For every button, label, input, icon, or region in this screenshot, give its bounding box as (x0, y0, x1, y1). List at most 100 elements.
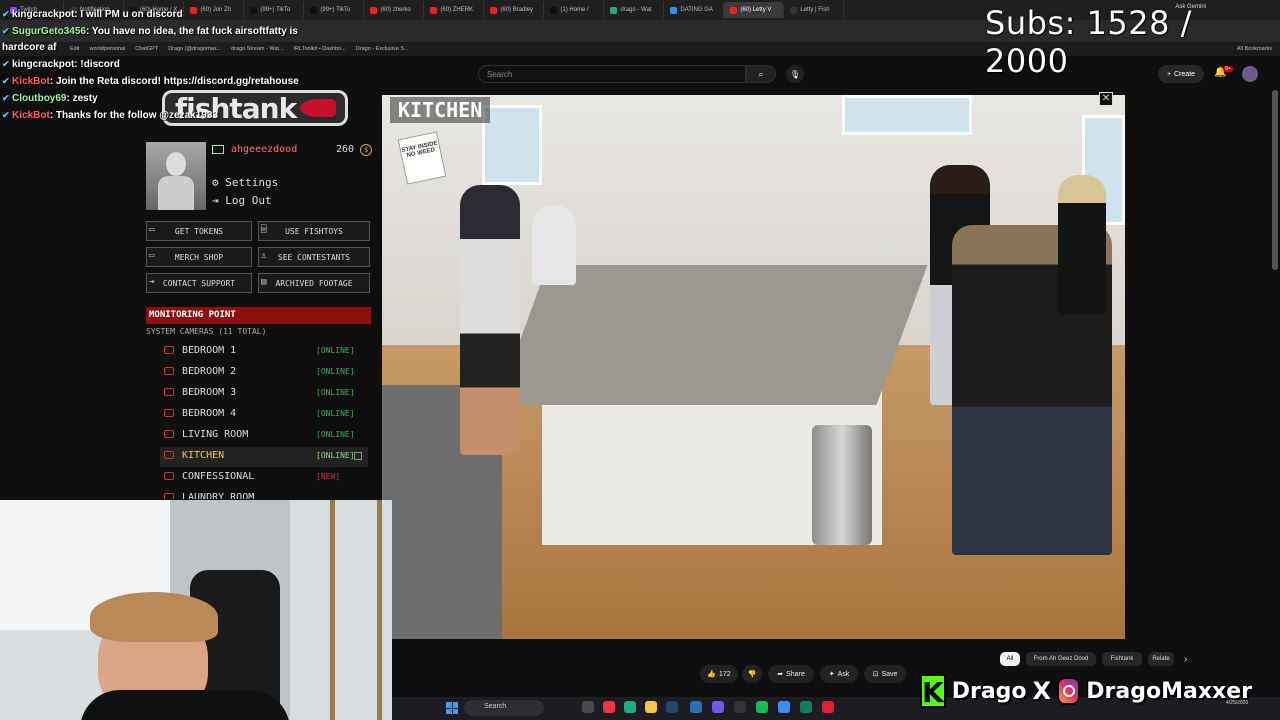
dislike-button[interactable]: 👎 (742, 665, 762, 683)
browser-tab[interactable]: DATING GA (664, 2, 725, 18)
chat-badge-icon: ✔ (2, 76, 13, 86)
app-icon[interactable] (822, 701, 834, 713)
camera-item[interactable]: BEDROOM 2 [ONLINE] (160, 363, 368, 383)
video-person (460, 185, 520, 455)
search-icon: ⌕ (758, 68, 764, 79)
app-icon[interactable] (690, 701, 702, 713)
app-icon[interactable] (778, 701, 790, 713)
chat-message: ✔ kingcrackpot: !discord (2, 56, 392, 73)
camera-item[interactable]: CONFESSIONAL [NEW] (160, 468, 368, 488)
chat-username: SugurGeto3456 (12, 26, 86, 37)
chip-fishtank[interactable]: Fishtank (1102, 652, 1142, 666)
username[interactable]: ahgeeezdood (231, 144, 297, 155)
camera-name: KITCHEN (182, 450, 225, 461)
share-button[interactable]: ➦ Share (768, 665, 814, 683)
contact-support-button[interactable]: ⇥ CONTACT SUPPORT (146, 273, 252, 293)
camera-item[interactable]: BEDROOM 4 [ONLINE] (160, 405, 368, 425)
camera-item[interactable]: BEDROOM 3 [ONLINE] (160, 384, 368, 404)
webcam-streamer-shirt (80, 690, 290, 720)
close-icon[interactable]: ✕ (1099, 92, 1113, 106)
camera-icon (164, 493, 174, 499)
app-icon[interactable] (800, 701, 812, 713)
thumbs-up-icon: 👍 (707, 671, 717, 678)
settings-icon: ⚙ (212, 176, 219, 189)
chip-all[interactable]: All (1000, 652, 1020, 666)
chat-overlay: ✔ kingcrackpot: I will PM u on discord ✔ … (2, 6, 392, 124)
app-icon[interactable] (734, 701, 746, 713)
logout-link[interactable]: ⇥ Log Out (212, 194, 272, 207)
get-tokens-button[interactable]: ▭ GET TOKENS (146, 221, 252, 241)
windows-start-icon[interactable] (446, 702, 458, 714)
instagram-username: DragoMaxxer (1086, 678, 1252, 704)
see-contestants-button[interactable]: ♙ SEE CONTESTANTS (258, 247, 370, 267)
browser-tab-label: (1) Home / (560, 7, 589, 13)
camera-name: LIVING ROOM (182, 429, 249, 440)
camera-item[interactable]: LIVING ROOM [ONLINE] (160, 426, 368, 446)
share-label: Share (786, 670, 805, 678)
camera-item[interactable]: BEDROOM 1 [ONLINE] (160, 342, 368, 362)
video-island-top (496, 265, 928, 405)
social-overlay: K Drago X DragoMaxxer (920, 670, 1252, 712)
merch-shop-button[interactable]: ▭ MERCH SHOP (146, 247, 252, 267)
settings-link[interactable]: ⚙ Settings (212, 176, 278, 189)
save-button[interactable]: ⊡ Save (864, 665, 906, 683)
camera-name: LAUNDRY ROOM (182, 492, 255, 499)
browser-tab[interactable]: (60) ZHERK (424, 2, 485, 18)
share-icon: ➦ (777, 671, 784, 678)
search-button[interactable]: ⌕ (746, 65, 776, 83)
discord-icon[interactable] (712, 701, 724, 713)
contact-support-label: CONTACT SUPPORT (162, 278, 236, 288)
chevron-right-icon[interactable]: › (1184, 654, 1187, 665)
archive-icon: ▤ (261, 277, 267, 287)
browser-tab[interactable]: (1) Home / (544, 2, 605, 18)
camera-item[interactable]: KITCHEN [ONLINE] (160, 447, 368, 467)
folder-icon[interactable] (645, 701, 657, 713)
logout-icon: ⇥ (212, 194, 219, 207)
chat-message: ✔ SugurGeto3456: You have no idea, the f… (2, 23, 302, 56)
system-cameras-label: SYSTEM CAMERAS (11 TOTAL) (146, 327, 267, 336)
instagram-icon (1057, 677, 1081, 705)
profile-picture[interactable] (146, 142, 206, 210)
chip-from-channel[interactable]: From Ah Geez Dood (1026, 652, 1096, 666)
search-input[interactable]: Search (478, 65, 746, 83)
favicon-icon (670, 6, 678, 14)
steam-icon[interactable] (666, 701, 678, 713)
shop-icon: ▭ (149, 251, 155, 261)
camera-item[interactable]: LAUNDRY ROOM (160, 489, 368, 499)
voice-search-button[interactable]: 🎙 (786, 65, 804, 83)
edge-icon[interactable] (624, 701, 636, 713)
browser-tab-label: Letty | Fish (800, 7, 830, 13)
camera-video-feed[interactable]: STAY INSIDE NO WEED (382, 95, 1125, 639)
camera-name: BEDROOM 3 (182, 387, 237, 398)
browser-tab[interactable]: Letty | Fish (784, 2, 845, 18)
camera-icon (164, 346, 174, 354)
video-window (842, 95, 972, 135)
spotify-icon[interactable] (756, 701, 768, 713)
taskbar-search[interactable]: Search (464, 700, 544, 716)
video-person (1058, 175, 1106, 315)
chat-text: zesty (72, 93, 98, 104)
page-scrollbar[interactable] (1272, 90, 1278, 270)
camera-name: CONFESSIONAL (182, 471, 255, 482)
browser-tab-label: drago - Wat (620, 7, 652, 13)
chat-message: ✔ KickBot: Thanks for the follow @zezak1… (2, 107, 392, 124)
sparkle-icon: ✦ (828, 671, 835, 678)
ask-button[interactable]: ✦ Ask (820, 665, 858, 683)
chrome-icon[interactable] (603, 701, 615, 713)
archived-footage-button[interactable]: ▤ ARCHIVED FOOTAGE (258, 273, 370, 293)
use-fishtoys-button[interactable]: ⌸ USE FISHTOYS (258, 221, 370, 241)
browser-tab[interactable]: drago - Wat (604, 2, 665, 18)
favicon-icon (550, 6, 558, 14)
chat-text: Thanks for the follow @zezak1933 (55, 110, 218, 121)
camera-icon (164, 388, 174, 396)
task-view-icon[interactable] (582, 701, 594, 713)
chip-related[interactable]: Relate (1148, 652, 1174, 666)
camera-settings-icon[interactable] (354, 452, 362, 460)
browser-tab[interactable]: (60) Bradley (484, 2, 545, 18)
camera-icon (164, 409, 174, 417)
browser-tab[interactable]: (60) Letty V (724, 2, 785, 18)
browser-tab-label: (60) Bradley (500, 7, 534, 13)
chat-text: Join the Reta discord! https://discord.g… (55, 76, 299, 87)
video-trash-can (812, 425, 872, 545)
like-button[interactable]: 👍 172 (700, 665, 738, 683)
